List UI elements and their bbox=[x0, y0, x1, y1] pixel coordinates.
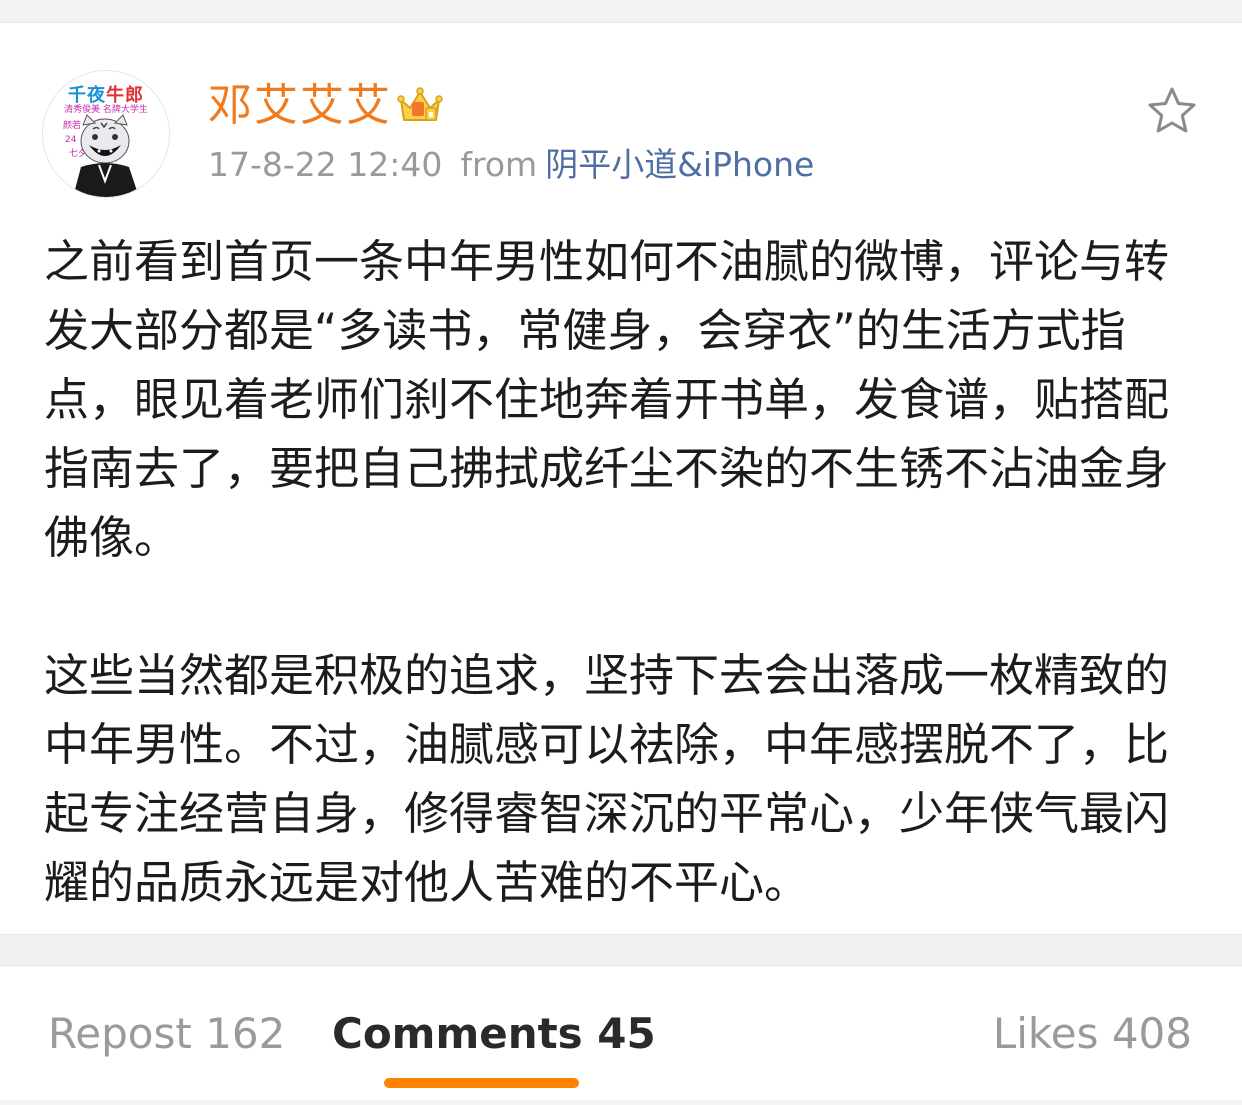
post-tab-bar: Repost 162 Comments 45 Likes 408 bbox=[0, 966, 1242, 1105]
post-meta: 17-8-22 12:40 from 阴平小道&iPhone bbox=[208, 143, 814, 187]
post-paragraph: 这些当然都是积极的追求，坚持下去会出落成一枚精致的中年男性。不过，油腻感可以祛除… bbox=[44, 649, 1170, 909]
star-outline-icon[interactable] bbox=[1146, 86, 1198, 136]
active-tab-indicator bbox=[384, 1078, 579, 1088]
post-paragraph: 之前看到首页一条中年男性如何不油腻的微博，评论与转发大部分都是“多读书，常健身，… bbox=[44, 235, 1170, 564]
from-label: from bbox=[460, 145, 538, 184]
tab-repost[interactable]: Repost 162 bbox=[48, 1008, 285, 1060]
bottom-divider bbox=[0, 1100, 1242, 1105]
tab-likes[interactable]: Likes 408 bbox=[993, 1008, 1192, 1060]
white-tiger-mascot-icon bbox=[73, 114, 139, 197]
vip-crown-icon[interactable] bbox=[397, 84, 443, 126]
post-body: 之前看到首页一条中年男性如何不油腻的微博，评论与转发大部分都是“多读书，常健身，… bbox=[44, 227, 1204, 917]
avatar[interactable]: 千夜牛郎 清秀俊美 名牌大学生 颜若 24 七夕 bbox=[42, 70, 170, 198]
post-source-link[interactable]: 阴平小道&iPhone bbox=[545, 145, 814, 184]
post-timestamp: 17-8-22 12:40 bbox=[208, 145, 443, 184]
tab-comments[interactable]: Comments 45 bbox=[332, 1008, 656, 1060]
section-divider bbox=[0, 934, 1242, 966]
top-divider bbox=[0, 0, 1242, 23]
username[interactable]: 邓艾艾艾 bbox=[208, 78, 392, 134]
